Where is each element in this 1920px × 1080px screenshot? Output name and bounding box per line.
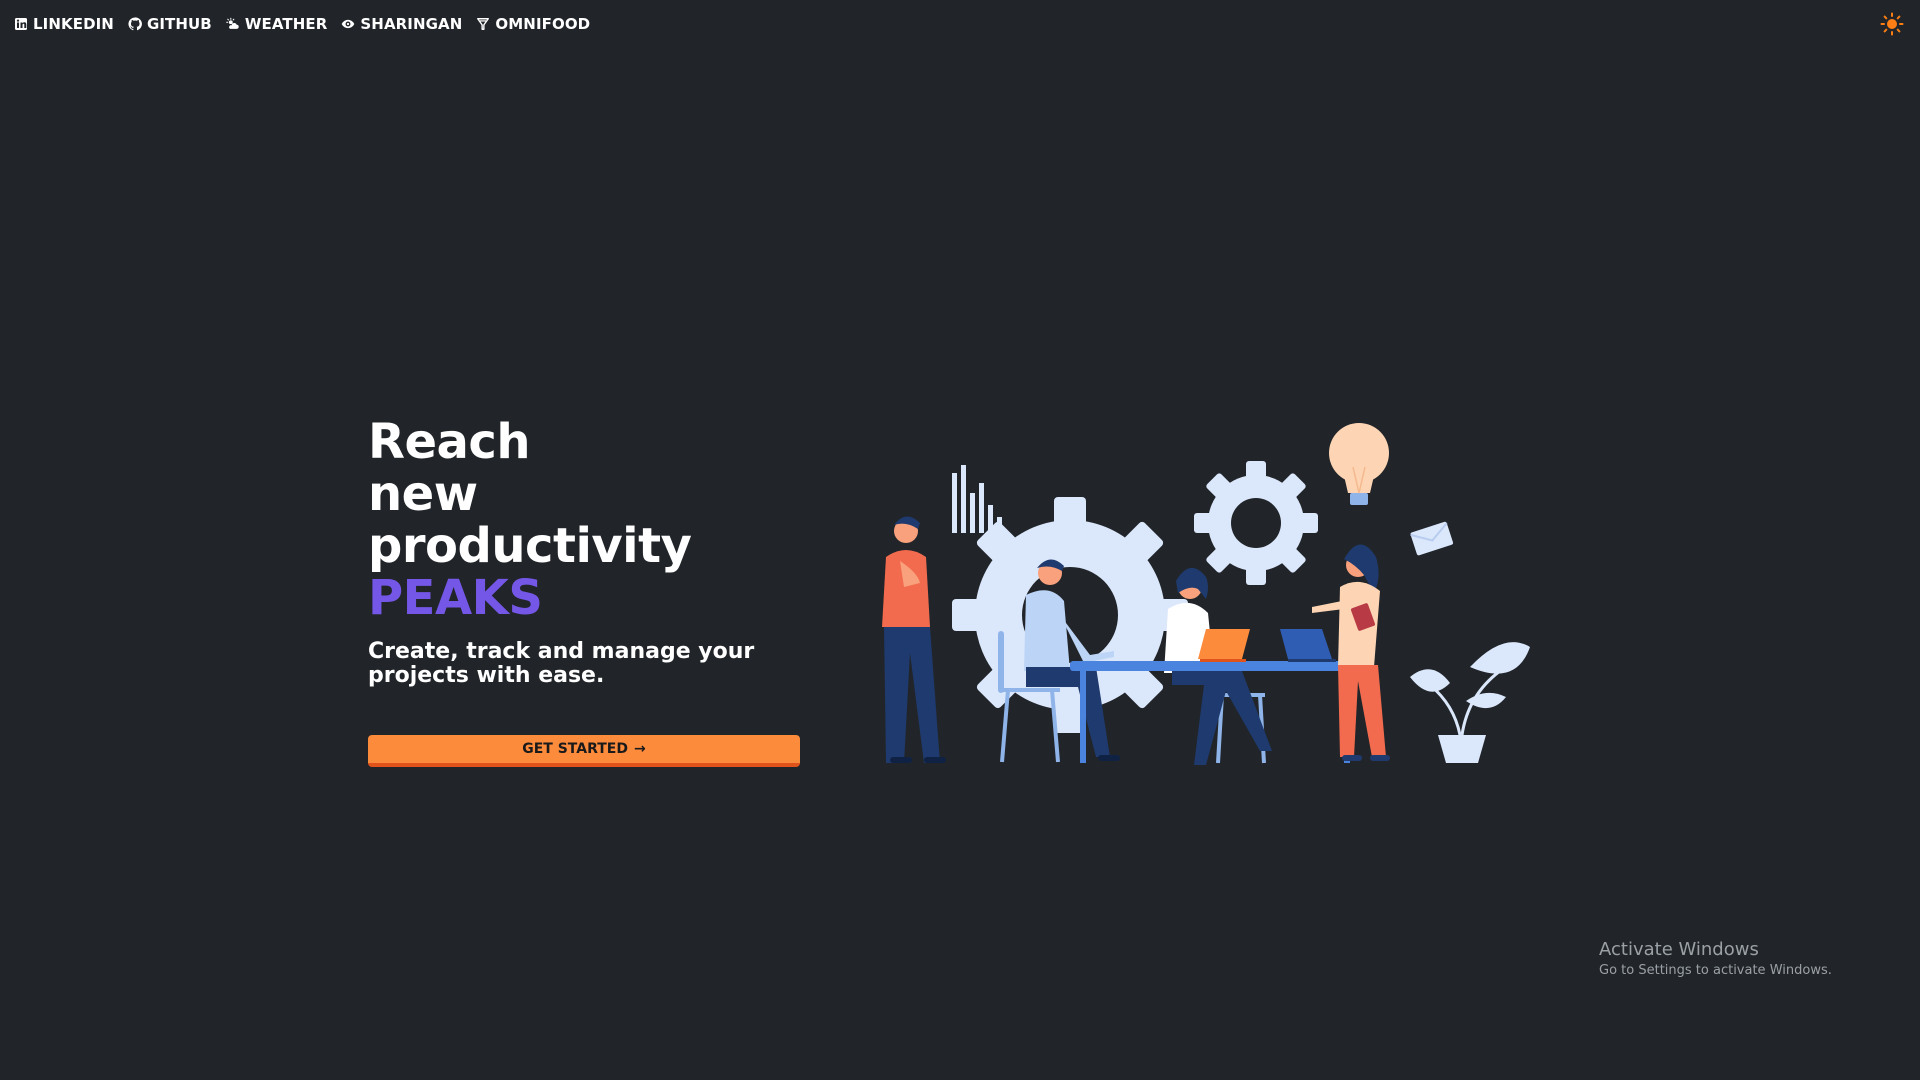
nav-link-label: GITHUB <box>146 15 212 33</box>
theme-toggle-button[interactable] <box>1880 12 1904 36</box>
weather-icon <box>226 17 240 31</box>
plant-graphic <box>1410 642 1530 763</box>
sun-icon <box>1880 12 1904 36</box>
nav-link-linkedin[interactable]: LINKEDIN <box>14 15 114 33</box>
linkedin-icon <box>14 17 28 31</box>
team-productivity-illustration <box>882 423 1530 765</box>
page: LINKEDIN GITHUB WEATHER SHARINGAN OMNIFO… <box>0 0 1920 1080</box>
envelope-graphic <box>1410 521 1454 556</box>
nav-link-github[interactable]: GITHUB <box>128 15 212 33</box>
nav-link-label: SHARINGAN <box>360 15 463 33</box>
watermark-subtitle: Go to Settings to activate Windows. <box>1599 963 1832 978</box>
headline-line: new <box>368 466 478 522</box>
hero-illustration <box>870 405 1530 765</box>
standing-man-figure <box>882 516 946 763</box>
lightbulb-graphic <box>1329 423 1389 505</box>
arrow-right-icon: → <box>634 741 646 757</box>
nav-link-weather[interactable]: WEATHER <box>226 15 328 33</box>
nav-link-label: WEATHER <box>244 15 328 33</box>
bar-chart-graphic <box>952 465 1002 533</box>
nav-link-label: LINKEDIN <box>33 15 114 33</box>
headline-line: Reach <box>368 414 531 470</box>
omnifood-icon <box>476 17 490 31</box>
hero-subtitle: Create, track and manage your projects w… <box>368 639 755 688</box>
top-nav: LINKEDIN GITHUB WEATHER SHARINGAN OMNIFO… <box>14 12 590 36</box>
headline-line: productivity <box>368 518 692 574</box>
hero-headline: Reach new productivity PEAKS <box>368 416 828 624</box>
watermark-title: Activate Windows <box>1599 939 1759 960</box>
nav-link-omnifood[interactable]: OMNIFOOD <box>476 15 590 33</box>
hero-section: Reach new productivity PEAKS Create, tra… <box>368 416 828 688</box>
nav-link-label: OMNIFOOD <box>495 15 591 33</box>
nav-link-sharingan[interactable]: SHARINGAN <box>341 15 462 33</box>
headline-accent: PEAKS <box>368 570 543 626</box>
github-icon <box>128 17 142 31</box>
get-started-label: GET STARTED <box>522 741 628 757</box>
activate-windows-watermark: Activate Windows Go to Settings to activ… <box>1599 938 1832 980</box>
get-started-button[interactable]: GET STARTED → <box>368 735 800 767</box>
eye-icon <box>341 17 355 31</box>
